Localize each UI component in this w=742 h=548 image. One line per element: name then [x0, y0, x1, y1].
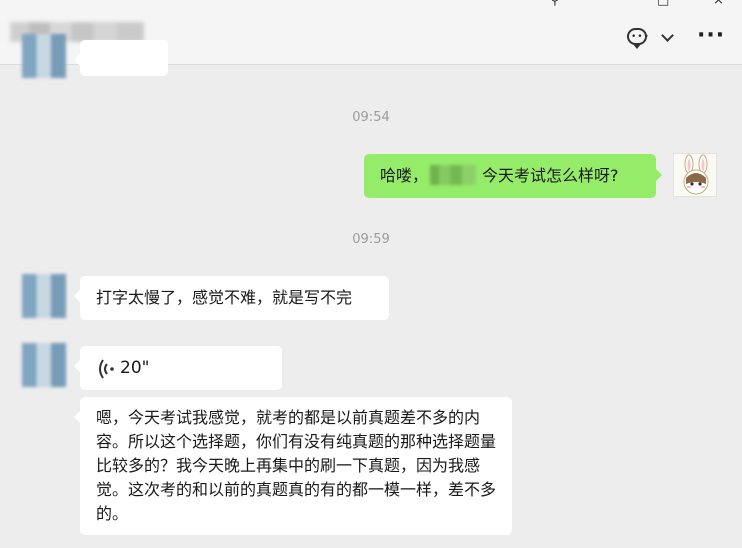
avatar[interactable] — [22, 34, 66, 78]
message-bubble-partial — [74, 40, 168, 76]
pin-icon[interactable]: ⚲ — [550, 0, 560, 8]
maximize-icon[interactable]: □ — [657, 0, 669, 8]
chevron-down-icon[interactable] — [661, 29, 674, 42]
voice-wave-icon — [99, 359, 114, 379]
timestamp: 09:54 — [352, 110, 390, 125]
voice-duration: 20" — [120, 358, 150, 378]
more-icon[interactable]: ··· — [697, 25, 725, 47]
avatar[interactable] — [22, 343, 66, 387]
sent-message-bubble[interactable]: 哈喽， 今天考试怎么样呀? — [364, 154, 662, 198]
received-message-bubble[interactable]: 打字太慢了，感觉不难，就是写不完 — [74, 276, 389, 320]
sent-message-text-start: 哈喽， — [380, 166, 429, 185]
timestamp: 09:59 — [352, 232, 390, 247]
self-avatar[interactable] — [673, 153, 717, 197]
received-message-text: 打字太慢了，感觉不难，就是写不完 — [96, 288, 353, 307]
censored-name — [430, 165, 477, 185]
received-message-bubble[interactable]: 嗯，今天考试我感觉，就考的都是以前真题差不多的内容。所以这个选择题，你们有没有纯… — [74, 397, 512, 535]
received-message-text: 嗯，今天考试我感觉，就考的都是以前真题差不多的内容。所以这个选择题，你们有没有纯… — [96, 408, 497, 523]
bunny-avatar-icon — [683, 154, 709, 195]
voice-message-bubble[interactable]: 20" — [74, 346, 282, 390]
avatar[interactable] — [22, 274, 66, 318]
close-icon[interactable]: × — [713, 0, 724, 8]
chat-bubble-icon[interactable]: ••• — [627, 28, 649, 49]
sent-message-text-end: 今天考试怎么样呀? — [482, 166, 619, 185]
